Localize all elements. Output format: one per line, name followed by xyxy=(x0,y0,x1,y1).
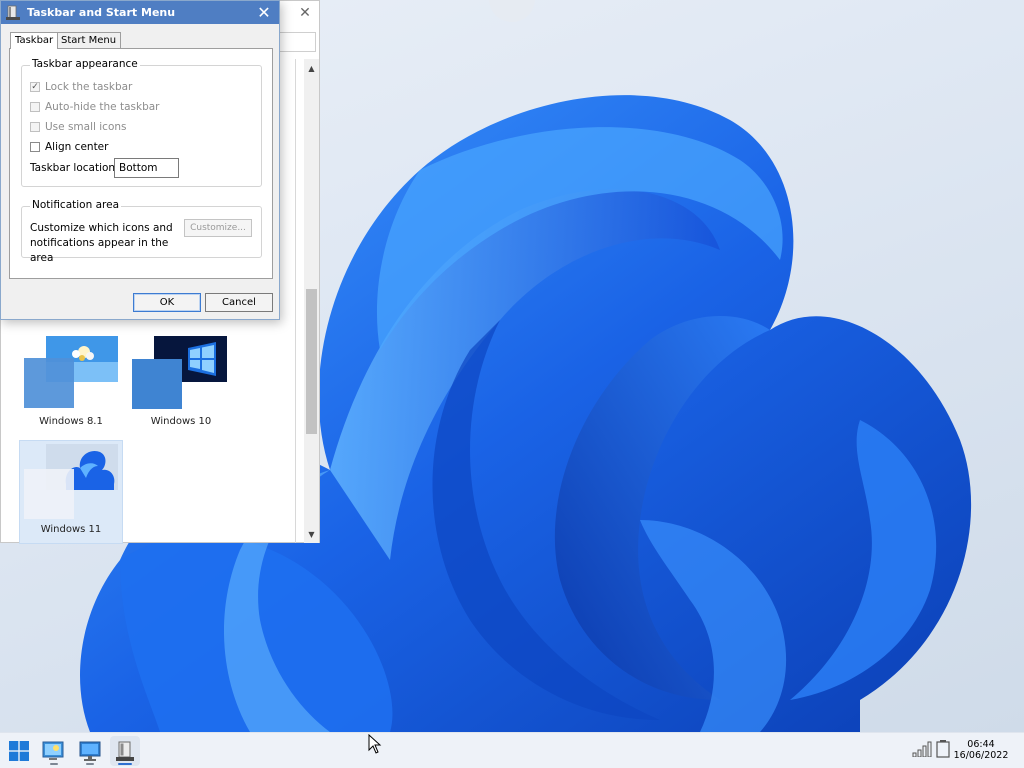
taskbar-appearance-group: Taskbar appearance ✓ Lock the taskbar Au… xyxy=(21,58,262,187)
ok-button[interactable]: OK xyxy=(133,293,201,312)
running-indicator xyxy=(86,763,94,765)
checkbox-icon xyxy=(30,122,40,132)
scroll-thumb[interactable] xyxy=(306,289,317,434)
checkbox-checked-icon: ✓ xyxy=(30,82,40,92)
clock-time: 06:44 xyxy=(967,739,995,750)
theme-label: Windows 11 xyxy=(40,524,102,535)
scroll-up-arrow-icon[interactable]: ▲ xyxy=(304,61,319,75)
small-icons-checkbox[interactable]: Use small icons xyxy=(30,120,127,134)
running-indicator xyxy=(50,763,58,765)
start-button[interactable] xyxy=(4,736,34,766)
cancel-button[interactable]: Cancel xyxy=(205,293,273,312)
lock-taskbar-checkbox[interactable]: ✓ Lock the taskbar xyxy=(30,80,132,94)
customize-button[interactable]: Customize... xyxy=(184,219,252,237)
theme-label: Windows 8.1 xyxy=(39,416,103,427)
dialog-titlebar[interactable]: Taskbar and Start Menu ✕ xyxy=(1,1,279,24)
windows-logo-icon xyxy=(9,741,29,761)
taskbar-properties-icon xyxy=(116,741,134,761)
close-icon[interactable]: ✕ xyxy=(293,3,317,23)
group-legend: Notification area xyxy=(30,199,121,211)
theme-item-windows-10[interactable]: Windows 10 xyxy=(129,331,233,435)
scroll-down-arrow-icon[interactable]: ▼ xyxy=(304,527,319,541)
taskbar-tab-panel: Taskbar appearance ✓ Lock the taskbar Au… xyxy=(9,48,273,279)
align-center-checkbox[interactable]: Align center xyxy=(30,140,108,154)
network-signal-icon[interactable] xyxy=(912,741,932,757)
checkbox-icon xyxy=(30,142,40,152)
taskbar-app-taskbar-properties[interactable] xyxy=(110,736,140,766)
auto-hide-checkbox[interactable]: Auto-hide the taskbar xyxy=(30,100,160,114)
active-indicator xyxy=(118,763,132,765)
taskbar-app-display[interactable] xyxy=(75,736,105,766)
notification-area-group: Notification area Customize which icons … xyxy=(21,199,262,264)
system-clock[interactable]: 06:44 16/06/2022 xyxy=(950,739,1012,761)
checkbox-icon xyxy=(30,102,40,112)
mouse-cursor-icon xyxy=(368,734,382,754)
taskbar: 06:44 16/06/2022 xyxy=(0,732,1024,768)
personalization-icon xyxy=(42,741,64,760)
taskbar-start-menu-dialog: Taskbar and Start Menu ✕ Taskbar Start M… xyxy=(0,0,280,320)
theme-label: Windows 10 xyxy=(150,416,212,427)
dialog-title: Taskbar and Start Menu xyxy=(27,6,176,19)
tab-start-menu[interactable]: Start Menu xyxy=(56,32,122,48)
checkbox-label: Use small icons xyxy=(45,121,127,133)
theme-item-windows-11[interactable]: Windows 11 xyxy=(19,440,123,544)
close-icon[interactable]: ✕ xyxy=(253,2,275,22)
display-settings-icon xyxy=(79,741,101,761)
vertical-scrollbar[interactable]: ▲ ▼ xyxy=(304,59,319,543)
battery-icon[interactable] xyxy=(936,740,950,758)
theme-item-windows-8-1[interactable]: Windows 8.1 xyxy=(19,331,123,435)
checkbox-label: Align center xyxy=(45,141,109,153)
checkbox-label: Lock the taskbar xyxy=(45,81,133,93)
list-divider xyxy=(295,59,296,543)
taskbar-location-label: Taskbar location: xyxy=(30,162,119,174)
windows-8-1-window-preview xyxy=(24,358,74,408)
windows-11-window-preview xyxy=(24,469,74,519)
group-legend: Taskbar appearance xyxy=(30,58,140,70)
search-input[interactable] xyxy=(279,32,316,52)
taskbar-properties-icon xyxy=(6,5,20,20)
checkbox-label: Auto-hide the taskbar xyxy=(45,101,160,113)
windows-10-window-preview xyxy=(132,359,182,409)
taskbar-location-field[interactable]: Bottom xyxy=(114,158,179,178)
clock-date: 16/06/2022 xyxy=(953,750,1009,761)
notification-description: Customize which icons and notifications … xyxy=(30,222,173,264)
taskbar-app-personalization[interactable] xyxy=(39,736,69,766)
tab-taskbar[interactable]: Taskbar xyxy=(10,32,59,49)
